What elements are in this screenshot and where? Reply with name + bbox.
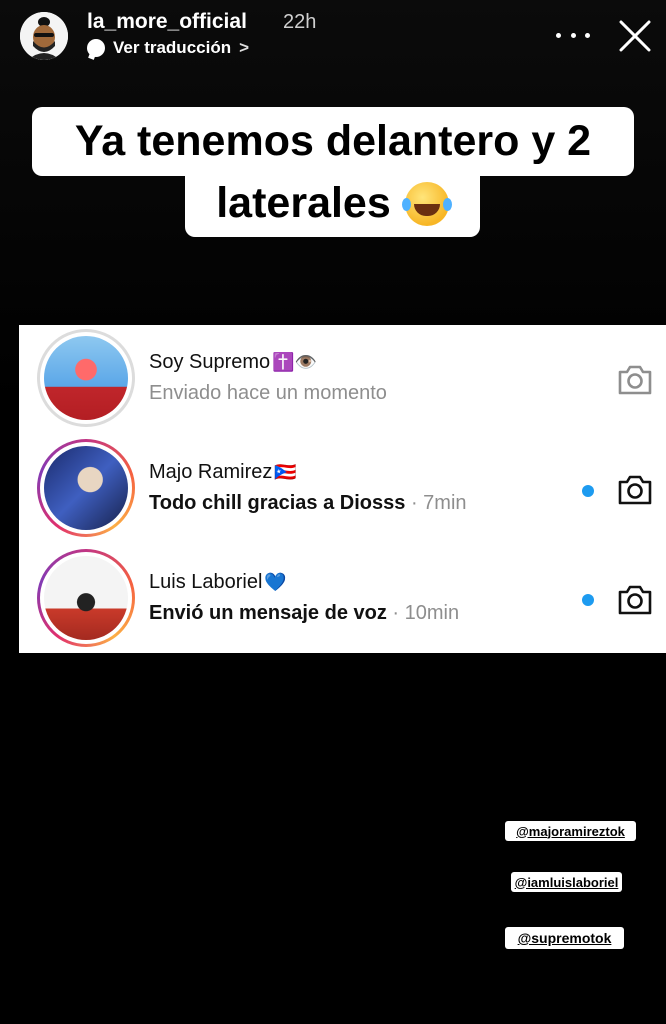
story-time: 22h [283, 11, 317, 33]
caption-line-1: Ya tenemos delantero y 2 [32, 107, 634, 176]
message-preview: Todo chill gracias a Diosss · 7min [149, 492, 467, 514]
avatar-ring [37, 329, 135, 427]
profile-avatar-icon[interactable] [20, 12, 68, 60]
caption-line-2: laterales [185, 170, 480, 237]
story-header: la_more_official 22h Ver traducción > [0, 0, 666, 70]
mention-sticker[interactable]: @majoramireztok [505, 821, 636, 841]
name-emoji: 💙 [264, 572, 287, 592]
contact-name: Soy Supremo ✝️👁️ [149, 351, 317, 373]
mention-sticker[interactable]: @supremotok [505, 927, 624, 949]
caption-text-2: laterales [216, 179, 391, 227]
avatar-ring [37, 549, 135, 647]
camera-icon[interactable] [617, 582, 653, 616]
chevron-right-icon: > [239, 38, 250, 57]
contact-name: Luis Laboriel 💙 [149, 571, 287, 593]
caption-text-1: Ya tenemos delantero y 2 [74, 117, 592, 165]
messages-screenshot: Soy Supremo ✝️👁️ Enviado hace un momento … [19, 325, 666, 653]
more-dots-icon[interactable] [556, 22, 590, 48]
story-username[interactable]: la_more_official [87, 10, 247, 34]
tears-of-joy-emoji-icon [401, 181, 449, 226]
message-row[interactable]: Luis Laboriel 💙 Envió un mensaje de voz ·… [19, 545, 666, 655]
message-preview: Enviado hace un momento [149, 382, 387, 404]
name-emoji: 🇵🇷 [274, 462, 297, 482]
camera-icon[interactable] [617, 362, 653, 396]
unread-dot [582, 594, 594, 606]
unread-dot [582, 485, 594, 497]
name-emoji: ✝️👁️ [272, 352, 317, 372]
message-row[interactable]: Soy Supremo ✝️👁️ Enviado hace un momento [19, 325, 666, 435]
avatar [44, 336, 128, 420]
translate-link[interactable]: Ver traducción > [87, 37, 249, 59]
camera-icon[interactable] [617, 472, 653, 506]
mention-sticker[interactable]: @iamluislaboriel [511, 872, 622, 892]
translate-label: Ver traducción [113, 38, 232, 57]
avatar [44, 556, 128, 640]
avatar-ring [37, 439, 135, 537]
contact-name: Majo Ramirez 🇵🇷 [149, 461, 297, 483]
message-preview: Envió un mensaje de voz · 10min [149, 602, 460, 624]
speech-bubble-icon [87, 39, 105, 57]
avatar [44, 446, 128, 530]
message-row[interactable]: Majo Ramirez 🇵🇷 Todo chill gracias a Dios… [19, 435, 666, 545]
close-icon[interactable] [617, 18, 653, 54]
